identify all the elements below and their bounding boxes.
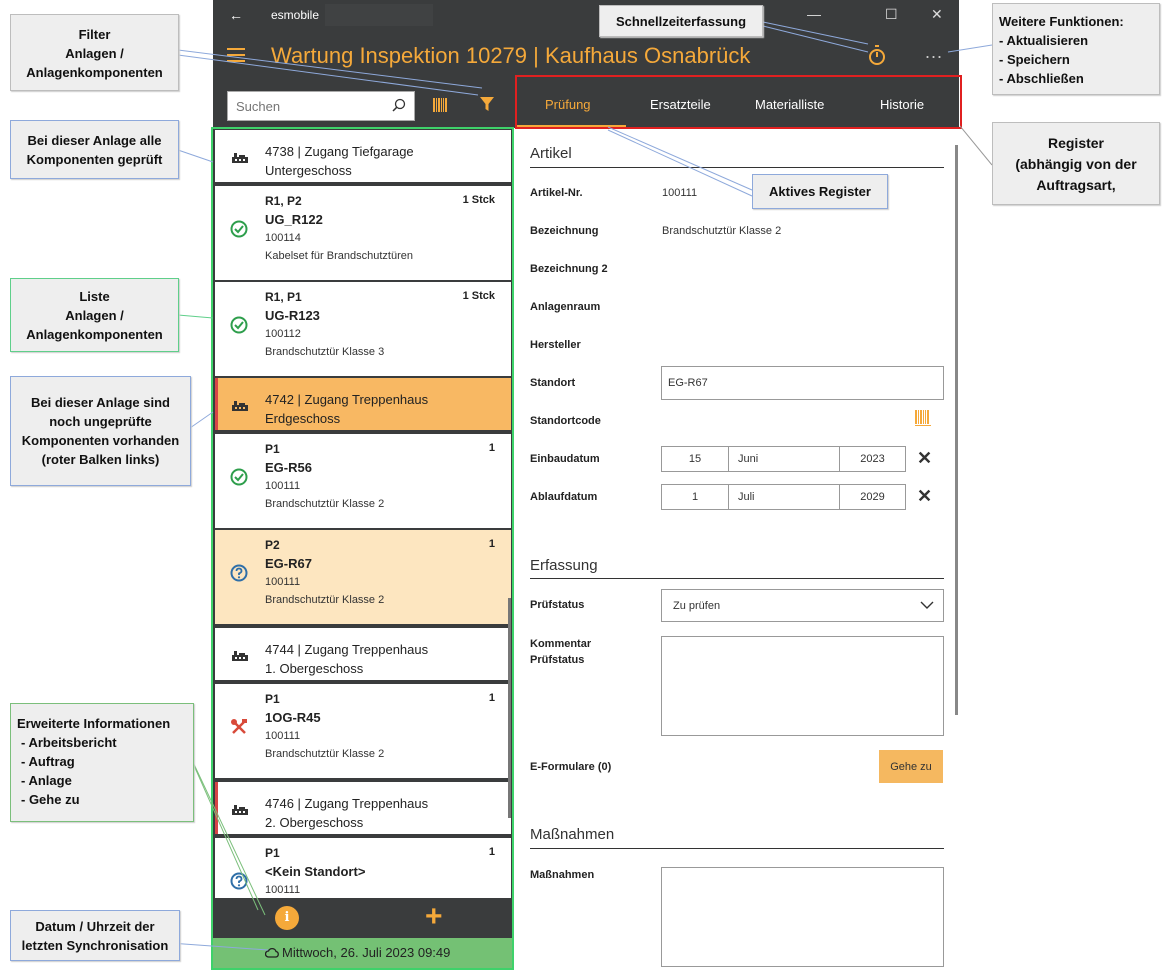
callout-alle-geprueft: Bei dieser Anlage alle Komponenten geprüf… xyxy=(10,120,179,179)
callout-erweitert: Erweiterte Informationen - Arbeitsbericht… xyxy=(10,703,194,822)
callout-schnellzeiterfassung: Schnellzeiterfassung xyxy=(599,5,763,37)
callout-filter: Filter Anlagen / Anlagenkomponenten xyxy=(10,14,179,91)
callout-register: Register (abhängig von der Auftragsart, xyxy=(992,122,1160,205)
callout-aktives-register: Aktives Register xyxy=(752,174,888,209)
callout-datum: Datum / Uhrzeit der letzten Synchronisati… xyxy=(10,910,180,961)
callout-weitere-funktionen: Weitere Funktionen: - Aktualisieren - Spei… xyxy=(992,3,1160,95)
callout-liste: Liste Anlagen / Anlagenkomponenten xyxy=(10,278,179,352)
callout-ungeprueft: Bei dieser Anlage sind noch ungeprüfte Kom… xyxy=(10,376,191,486)
